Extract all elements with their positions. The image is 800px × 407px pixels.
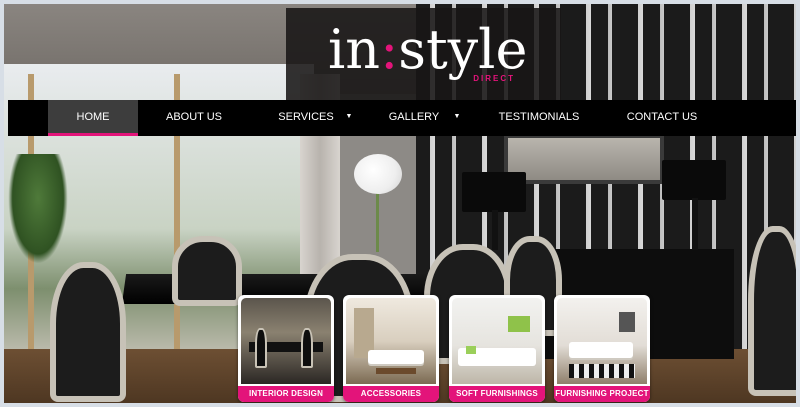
page-frame: in:style DIRECT HOME ABOUT US SERVICES ▼… [0, 0, 800, 407]
sofa-shape [569, 342, 633, 358]
flower-stem [376, 192, 379, 252]
chair-shape [301, 328, 313, 368]
mirror [504, 134, 664, 184]
plant [8, 154, 68, 264]
logo-colon: : [380, 18, 399, 81]
logo-subtitle: DIRECT [473, 74, 515, 83]
feature-label: ACCESSORIES [343, 386, 439, 402]
accessories-thumbnail [346, 298, 436, 384]
feature-label: SOFT FURNISHINGS [449, 386, 545, 402]
wall-art-shape [508, 316, 530, 332]
lamp-shade [462, 172, 526, 212]
logo-text-in: in [328, 18, 381, 81]
lamp-stem [492, 210, 498, 250]
feature-label: FURNISHING PROJECT [554, 386, 650, 402]
cushion-shape [466, 346, 476, 354]
triangle-down-icon[interactable]: ▼ [344, 100, 354, 136]
soft-furnishings-thumbnail [452, 298, 542, 384]
main-nav: HOME ABOUT US SERVICES ▼ GALLERY ▼ TESTI… [8, 100, 796, 136]
furnishing-project-thumbnail [557, 298, 647, 384]
coffee-table-shape [376, 368, 416, 374]
nav-contact-us[interactable]: CONTACT US [614, 100, 710, 136]
lamp-stem [692, 198, 698, 250]
logo-wordmark: in:style [328, 20, 527, 80]
nav-services[interactable]: SERVICES [266, 100, 346, 136]
nav-about-us[interactable]: ABOUT US [154, 100, 234, 136]
white-flowers [354, 154, 402, 194]
nav-testimonials[interactable]: TESTIMONIALS [484, 100, 594, 136]
feature-tile-interior-design[interactable]: INTERIOR DESIGN [238, 295, 334, 402]
striped-rug [569, 364, 635, 378]
logo[interactable]: in:style DIRECT [286, 8, 561, 100]
dining-chair [748, 226, 796, 396]
dining-chair [172, 236, 242, 306]
lamp-shade [662, 160, 726, 200]
chair-shape [255, 328, 267, 368]
feature-label: INTERIOR DESIGN [238, 386, 334, 402]
logo-text-style: style [398, 18, 528, 81]
nav-home[interactable]: HOME [48, 100, 138, 136]
interior-design-thumbnail [241, 298, 331, 384]
triangle-down-icon[interactable]: ▼ [452, 100, 462, 136]
dining-chair [50, 262, 126, 402]
nav-gallery[interactable]: GALLERY [378, 100, 450, 136]
feature-tile-accessories[interactable]: ACCESSORIES [343, 295, 439, 402]
sofa-shape [368, 350, 424, 364]
wall-art-shape [619, 312, 635, 332]
feature-tile-furnishing-project[interactable]: FURNISHING PROJECT [554, 295, 650, 402]
feature-tile-soft-furnishings[interactable]: SOFT FURNISHINGS [449, 295, 545, 402]
